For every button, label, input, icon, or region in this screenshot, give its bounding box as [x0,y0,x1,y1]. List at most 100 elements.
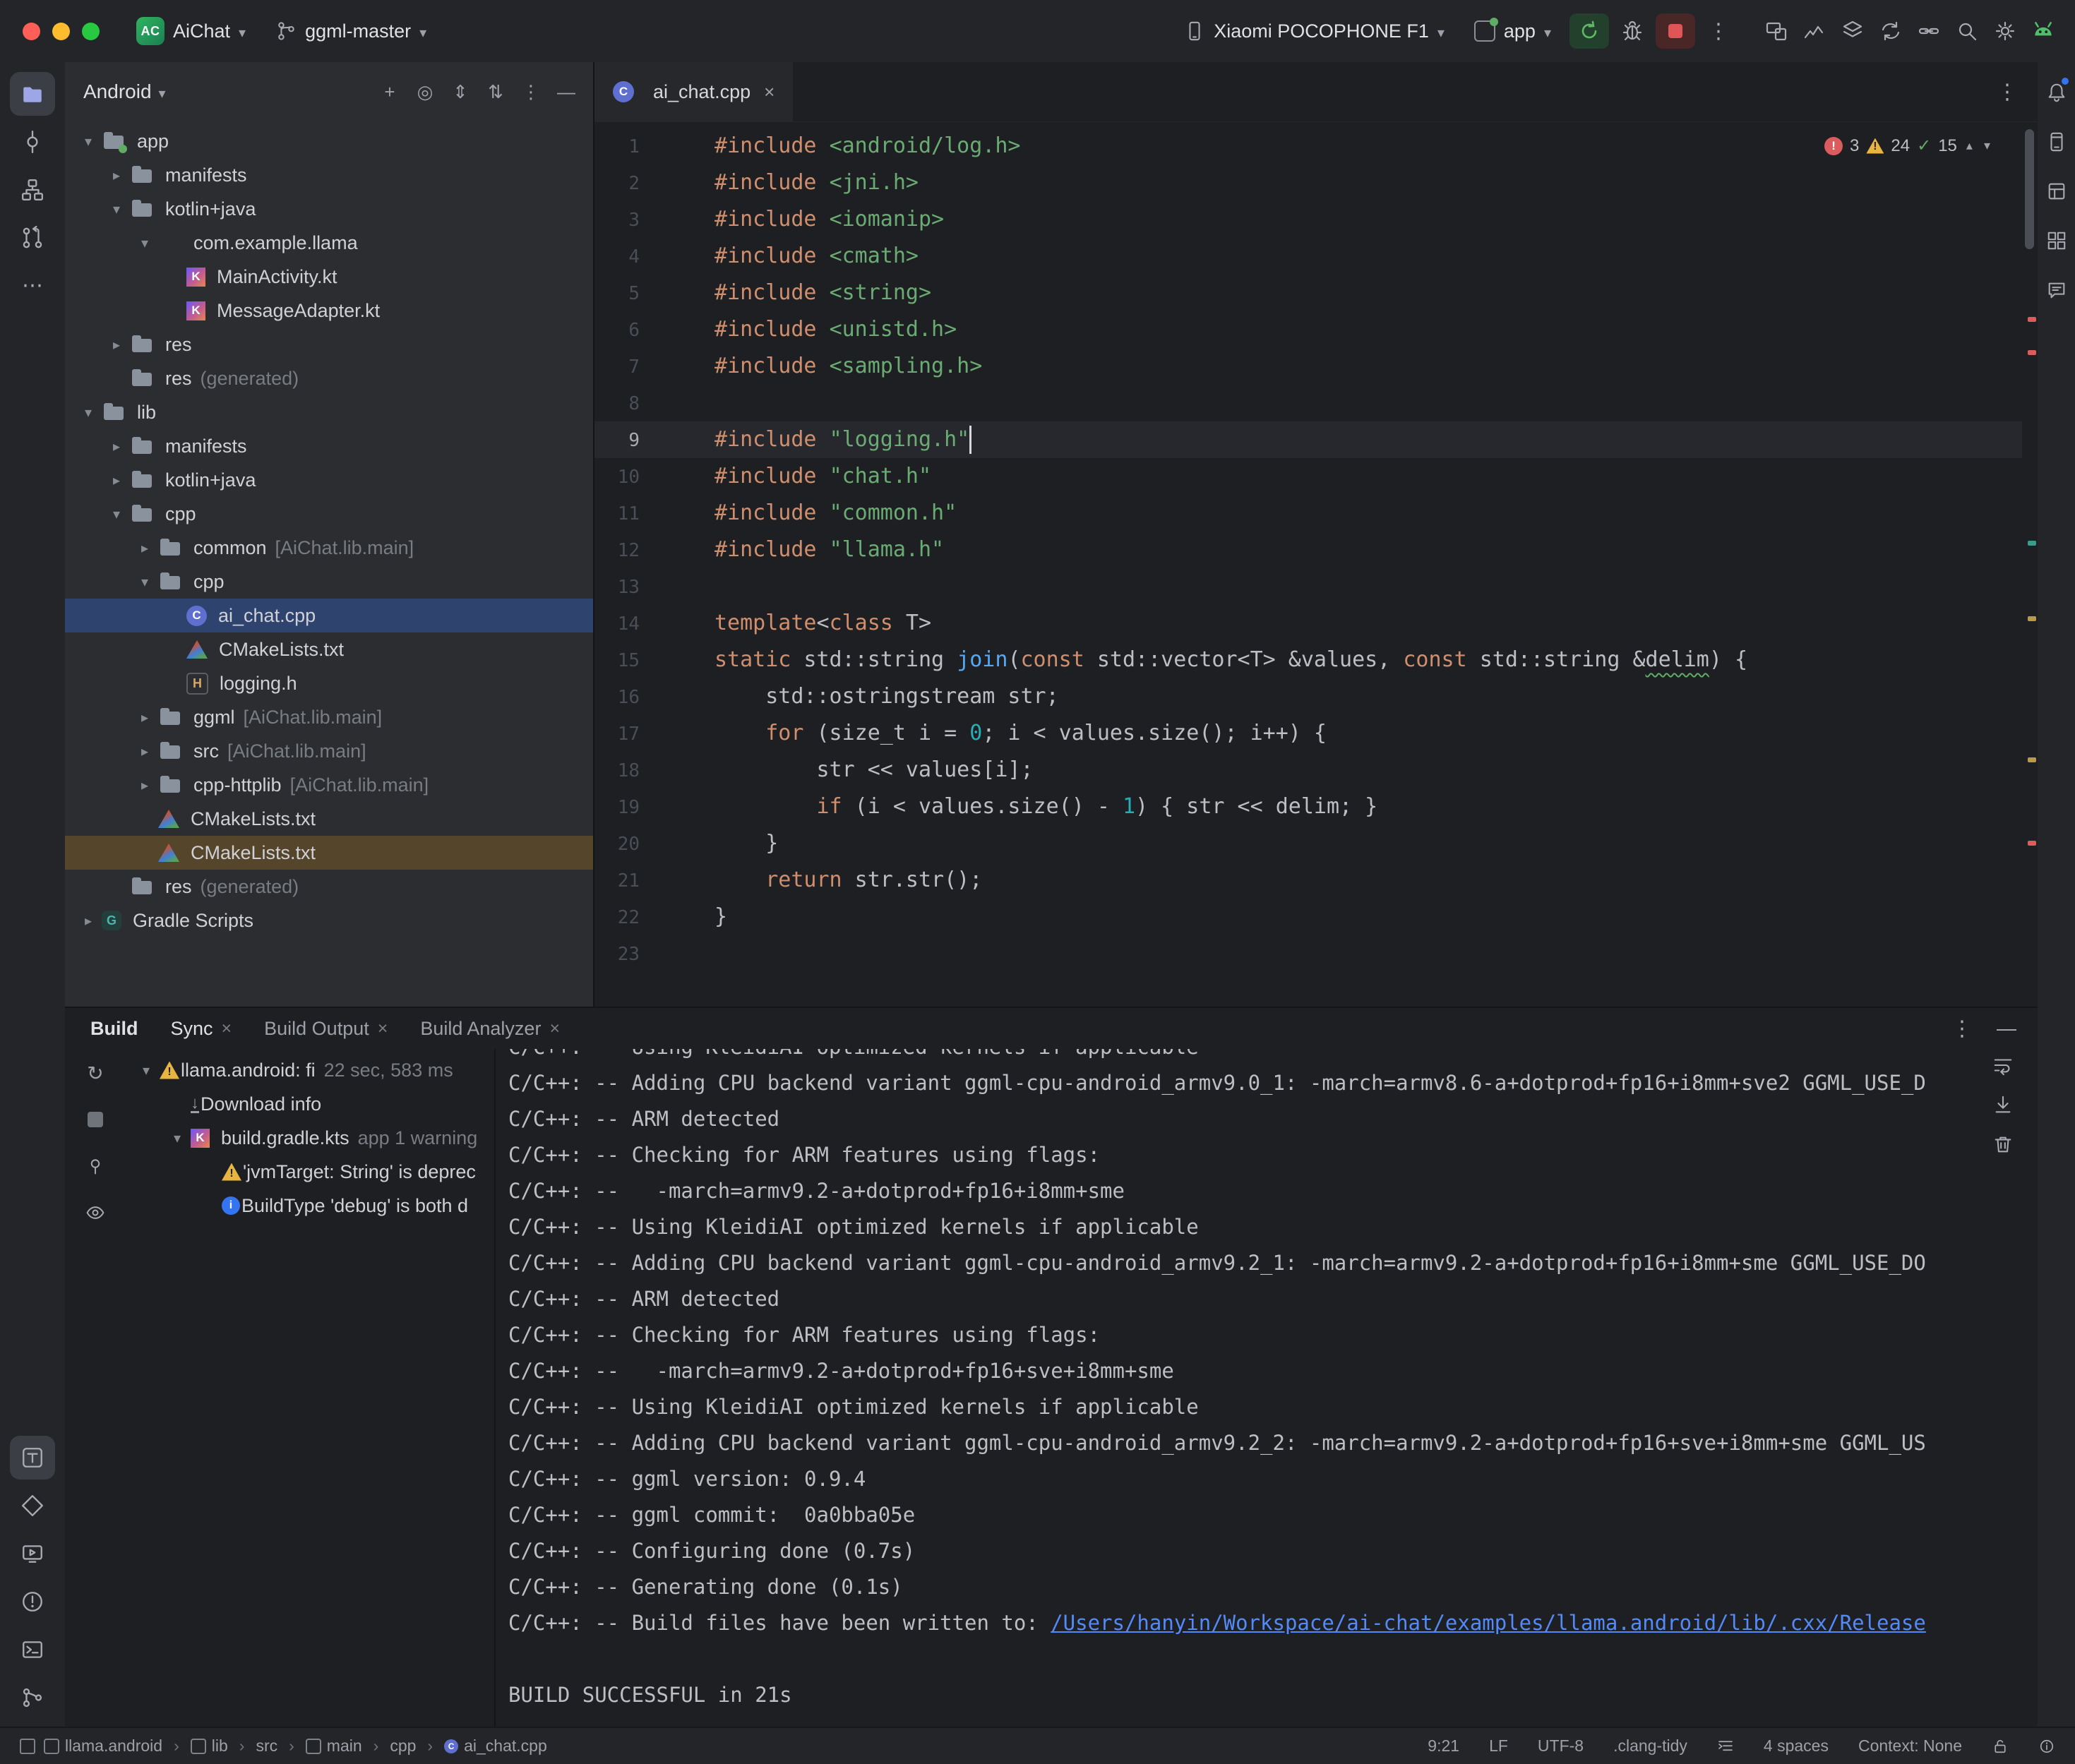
chevron-down-icon[interactable]: ▾ [75,404,102,421]
settings-gear-icon[interactable] [1989,13,2021,49]
chevron-down-icon[interactable]: ▾ [164,1129,191,1147]
project-widget[interactable]: AC AiChat ▾ [125,10,257,52]
previous-issue-icon[interactable]: ▴ [1964,138,1975,153]
breadcrumb-cpp[interactable]: cpp [390,1736,416,1756]
minimize-window-button[interactable] [52,23,70,40]
project-tree-row[interactable]: CMakeLists.txt [65,836,593,870]
code-line[interactable]: 20 } [594,825,2022,862]
project-tree-row[interactable]: ▸common[AiChat.lib.main] [65,531,593,565]
breadcrumb-src[interactable]: src [256,1736,277,1756]
chevron-right-icon[interactable]: ▸ [75,912,102,930]
project-tree-row[interactable]: ▾kotlin+java [65,192,593,226]
project-tree-row[interactable]: ▾lib [65,395,593,429]
sync-project-icon[interactable] [1874,13,1907,49]
warning-stripe-mark[interactable] [2028,757,2036,762]
scroll-to-end-icon[interactable] [1992,1094,2014,1115]
sync-tree-row[interactable]: !'jvmTarget: String' is deprec [126,1155,494,1189]
profiler-icon[interactable] [1798,13,1831,49]
hide-panel-icon[interactable]: — [552,78,580,106]
build-console[interactable]: C/C++: -- Using KleidiAI optimized kerne… [496,1049,2038,1728]
breadcrumb-llama-android[interactable]: llama.android [44,1736,162,1756]
code-line[interactable]: 18 str << values[i]; [594,752,2022,788]
pull-requests-tool-icon[interactable] [10,216,55,260]
code-line[interactable]: 15static std::string join(const std::vec… [594,642,2022,678]
code-line[interactable]: 5#include <string> [594,275,2022,311]
chevron-down-icon[interactable]: ▾ [133,1062,160,1079]
commit-tool-icon[interactable] [10,120,55,164]
sync-tree-row[interactable]: ↓Download info [126,1087,494,1121]
project-tree-row[interactable]: res(generated) [65,870,593,904]
sync-tree-row[interactable]: ▾build.gradle.ktsapp 1 warning [126,1121,494,1155]
chevron-down-icon[interactable]: ▾ [131,573,158,591]
project-tool-icon[interactable] [10,72,55,116]
code-line[interactable]: 23 [594,935,2022,972]
project-tree-row[interactable]: CMakeLists.txt [65,802,593,836]
breadcrumb-lib[interactable]: lib [191,1736,228,1756]
encoding-widget[interactable]: UTF-8 [1538,1736,1584,1756]
code-line[interactable]: 16 std::ostringstream str; [594,678,2022,715]
chevron-right-icon[interactable]: ▸ [131,539,158,557]
code-line[interactable]: 22} [594,899,2022,935]
code-line[interactable]: 14template<class T> [594,605,2022,642]
soft-wrap-icon[interactable] [1992,1055,2014,1076]
chevron-down-icon[interactable]: ▾ [103,200,130,218]
next-issue-icon[interactable]: ▾ [1982,138,1992,153]
sync-tree-row[interactable]: ▾!llama.android: fi22 sec, 583 ms [126,1053,494,1087]
project-tree-row[interactable]: ▸res [65,328,593,361]
line-ending-widget[interactable]: LF [1489,1736,1508,1756]
options-kebab-icon[interactable]: ⋮ [517,78,545,106]
more-actions-button[interactable]: ⋮ [1702,13,1735,49]
project-tree-row[interactable]: res(generated) [65,361,593,395]
close-icon[interactable]: × [222,1019,232,1039]
terminal-tool-icon[interactable] [10,1628,55,1672]
project-tree-row[interactable]: ▾cpp [65,497,593,531]
structure-tool-icon[interactable] [10,168,55,212]
chevron-right-icon[interactable]: ▸ [131,743,158,760]
chevron-right-icon[interactable]: ▸ [131,776,158,794]
device-mirroring-icon[interactable] [1760,13,1793,49]
close-window-button[interactable] [23,23,40,40]
chevron-right-icon[interactable]: ▸ [103,438,130,455]
project-view-selector[interactable]: Android [83,80,152,103]
search-everywhere-icon[interactable] [1951,13,1983,49]
code-line[interactable]: 4#include <cmath> [594,238,2022,275]
code-line[interactable]: 21 return str.str(); [594,862,2022,899]
tab-build-output[interactable]: Build Output × [264,1018,388,1040]
status-info-icon[interactable] [2038,1738,2055,1755]
code-line[interactable]: 7#include <sampling.h> [594,348,2022,385]
project-tree-row[interactable]: ▾app [65,124,593,158]
sync-tree-row[interactable]: iBuildType 'debug' is both d [126,1189,494,1223]
console-link[interactable]: /Users/hanyin/Workspace/ai-chat/examples… [1051,1611,1926,1635]
chevron-down-icon[interactable]: ▾ [103,505,130,523]
ai-assistant-icon[interactable] [2040,270,2073,311]
code-line[interactable]: 11#include "common.h" [594,495,2022,532]
breadcrumb-file[interactable]: C ai_chat.cpp [444,1736,547,1756]
code-line[interactable]: 3#include <iomanip> [594,201,2022,238]
pin-icon[interactable] [81,1152,109,1180]
stop-button[interactable] [1656,13,1695,49]
build-tool-icon[interactable] [10,1436,55,1480]
lock-icon[interactable] [1992,1738,2009,1755]
project-tree-row[interactable]: MainActivity.kt [65,260,593,294]
project-tree-row[interactable]: MessageAdapter.kt [65,294,593,328]
error-stripe-mark[interactable] [2028,350,2036,355]
studio-bot-icon[interactable] [2027,13,2059,49]
code-area[interactable]: 1#include <android/log.h>2#include <jni.… [594,122,2022,1007]
layout-inspector-icon[interactable] [2040,220,2073,261]
chevron-right-icon[interactable]: ▸ [103,472,130,489]
code-line[interactable]: 1#include <android/log.h> [594,128,2022,164]
project-tree-row[interactable]: ▸manifests [65,429,593,463]
hide-panel-icon[interactable]: — [1997,1017,2016,1040]
project-tree-row[interactable]: ▸manifests [65,158,593,192]
code-line[interactable]: 17 for (size_t i = 0; i < values.size();… [594,715,2022,752]
close-icon[interactable]: × [378,1019,388,1039]
project-tree-row[interactable]: logging.h [65,666,593,700]
indent-widget[interactable]: 4 spaces [1764,1736,1829,1756]
debug-button[interactable] [1616,13,1649,49]
code-style-icon[interactable] [1717,1738,1734,1755]
refresh-icon[interactable]: ↻ [81,1059,109,1087]
project-tree-row[interactable]: ▾com.example.llama [65,226,593,260]
error-stripe-mark[interactable] [2028,841,2036,846]
running-devices-tool-icon[interactable] [10,1532,55,1576]
chevron-down-icon[interactable]: ▾ [75,133,102,150]
